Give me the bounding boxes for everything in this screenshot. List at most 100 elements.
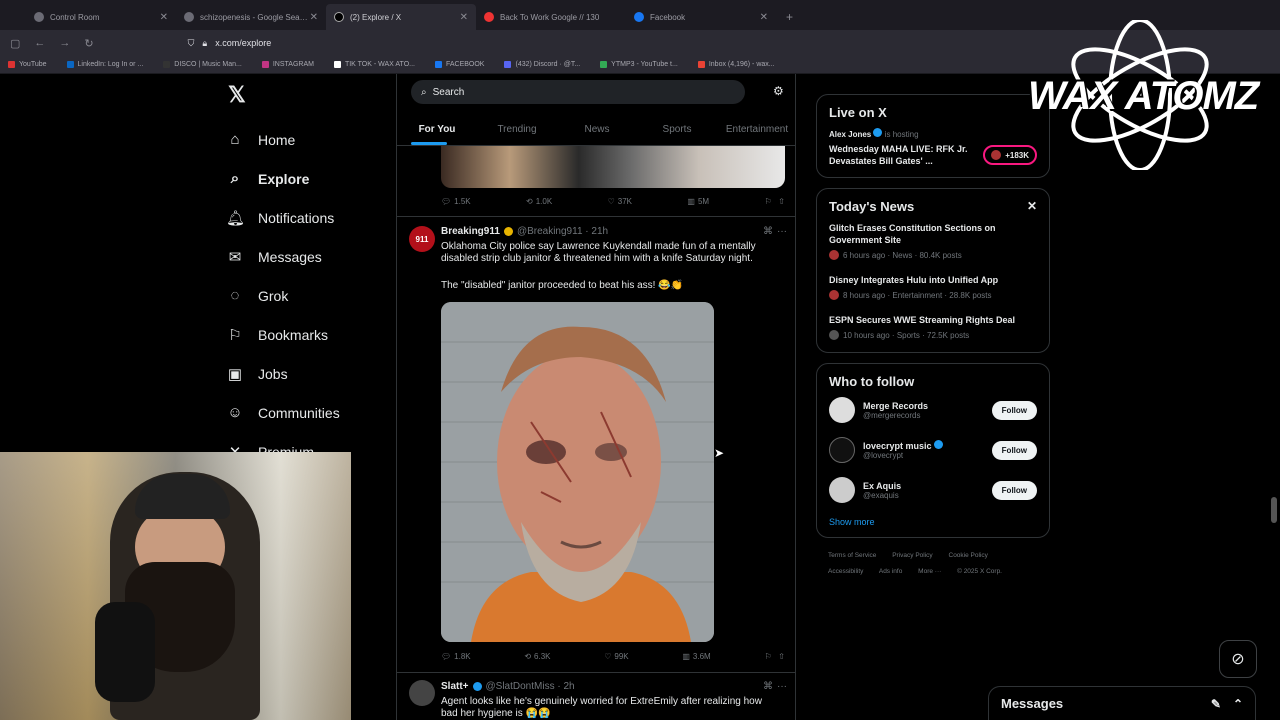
briefcase-icon: ▣: [227, 365, 243, 383]
footer-link[interactable]: Cookie Policy: [949, 552, 988, 559]
bookmark-0[interactable]: YouTube: [8, 61, 47, 68]
reply-button[interactable]: 💬︎ 1.8K: [441, 652, 471, 661]
tab-sports[interactable]: Sports: [637, 114, 717, 145]
x-logo-icon[interactable]: 𝕏: [228, 82, 396, 110]
footer-link[interactable]: Ads info: [879, 568, 903, 575]
follow-suggestion[interactable]: lovecrypt music @lovecrypt Follow: [829, 437, 1037, 463]
mugshot-image: [441, 302, 714, 642]
browser-tab-3[interactable]: Back To Work Google // 130: [476, 4, 626, 30]
views-button[interactable]: ▥ 5M: [687, 197, 709, 206]
nav-item-communities[interactable]: ☺ Communities: [226, 393, 396, 432]
follow-suggestion[interactable]: Merge Records @mergerecords Follow: [829, 397, 1037, 423]
reload-icon[interactable]: ↻: [84, 37, 93, 50]
mouse-cursor-icon: ➤: [714, 446, 725, 460]
bookmark-share-buttons[interactable]: ⚐ ⇧: [764, 197, 785, 206]
reply-button[interactable]: 💬︎ 1.5K: [441, 197, 471, 206]
page-scrollbar[interactable]: [1271, 497, 1277, 523]
live-host[interactable]: Alex Jones is hosting: [829, 128, 1037, 139]
search-input[interactable]: ⌕ Search: [411, 80, 745, 104]
tweet-text: Oklahoma City police say Lawrence Kuyken…: [441, 241, 756, 264]
sidebar-toggle-icon[interactable]: ▢: [10, 37, 20, 50]
footer-link[interactable]: Terms of Service: [828, 552, 876, 559]
tab-news[interactable]: News: [557, 114, 637, 145]
bookmark-6[interactable]: (432) Discord · @T...: [504, 61, 580, 68]
browser-tab-1[interactable]: schizopenesis - Google Search ✕: [176, 4, 326, 30]
previous-tweet-media[interactable]: [441, 146, 785, 188]
divider: [397, 216, 795, 217]
tab-close-icon[interactable]: ✕: [160, 12, 168, 23]
repost-button[interactable]: ⟲ 1.0K: [526, 197, 552, 206]
tab-close-icon[interactable]: ✕: [460, 12, 468, 23]
back-icon[interactable]: ←: [34, 37, 45, 49]
footer-link[interactable]: Privacy Policy: [892, 552, 932, 559]
author-handle[interactable]: @Breaking911 · 21h: [517, 226, 608, 237]
forward-icon[interactable]: →: [59, 37, 70, 49]
mail-icon: ✉: [228, 248, 242, 266]
show-more-link[interactable]: Show more: [829, 517, 1037, 527]
avatar[interactable]: 911: [409, 226, 435, 252]
author-handle[interactable]: @SlatDontMiss · 2h: [486, 681, 575, 692]
live-space[interactable]: Wednesday MAHA LIVE: RFK Jr. Devastates …: [829, 143, 1037, 167]
bookmark-8[interactable]: Inbox (4,196) - wax...: [697, 61, 775, 68]
follow-suggestion[interactable]: Ex Aquis @exaquis Follow: [829, 477, 1037, 503]
tab-for-you[interactable]: For You: [397, 114, 477, 145]
repost-button[interactable]: ⟲ 6.3K: [524, 652, 550, 661]
news-item[interactable]: ESPN Secures WWE Streaming Rights Deal 1…: [829, 314, 1037, 340]
bookmark-1[interactable]: LinkedIn: Log In or ...: [66, 61, 143, 68]
nav-item-explore[interactable]: ⌕ Explore: [226, 159, 396, 198]
bookmark-2[interactable]: DISCO | Music Man...: [163, 61, 242, 68]
grok-icon[interactable]: ⌘: [763, 226, 773, 237]
tab-entertainment[interactable]: Entertainment: [717, 114, 795, 145]
footer-link[interactable]: Accessibility: [828, 568, 863, 575]
tweet-photo[interactable]: [441, 302, 714, 642]
bookmark-favicon-icon: [163, 61, 171, 68]
news-item[interactable]: Glitch Erases Constitution Sections on G…: [829, 222, 1037, 260]
compose-message-icon[interactable]: ✎: [1211, 697, 1221, 711]
footer-link[interactable]: More ···: [918, 568, 941, 575]
close-icon[interactable]: ✕: [1027, 199, 1037, 213]
follow-button[interactable]: Follow: [991, 440, 1037, 460]
avatar-stack-icon: [829, 330, 839, 340]
messages-drawer[interactable]: Messages ✎ ⌃: [988, 686, 1256, 720]
news-item[interactable]: Disney Integrates Hulu into Unified App …: [829, 274, 1037, 300]
avatar[interactable]: [829, 437, 855, 463]
nav-item-grok[interactable]: ◌ Grok: [226, 276, 396, 315]
browser-tab-0[interactable]: Control Room ✕: [26, 4, 176, 30]
tab-close-icon[interactable]: ✕: [760, 12, 768, 23]
bookmark-share-buttons[interactable]: ⚐ ⇧: [764, 652, 785, 661]
views-button[interactable]: ▥ 3.6M: [682, 652, 710, 661]
nav-item-bookmarks[interactable]: ⚐ Bookmarks: [226, 315, 396, 354]
grok-fab-icon[interactable]: ⊘: [1219, 640, 1257, 678]
who-heading: Who to follow: [829, 374, 915, 389]
avatar[interactable]: [829, 397, 855, 423]
new-tab-icon[interactable]: +: [776, 10, 803, 30]
author-name[interactable]: Slatt+: [441, 681, 469, 692]
more-icon[interactable]: ···: [777, 226, 787, 237]
bookmark-3[interactable]: INSTAGRAM: [261, 61, 314, 68]
expand-icon[interactable]: ⌃: [1233, 697, 1243, 711]
follow-button[interactable]: Follow: [991, 400, 1037, 420]
nav-item-jobs[interactable]: ▣ Jobs: [226, 354, 396, 393]
tab-trending[interactable]: Trending: [477, 114, 557, 145]
bookmark-4[interactable]: TIK TOK - WAX ATO...: [333, 61, 415, 68]
browser-tab-4[interactable]: Facebook ✕: [626, 4, 776, 30]
like-button[interactable]: ♡ 99K: [604, 652, 628, 661]
more-icon[interactable]: ···: [777, 681, 787, 692]
avatar[interactable]: [409, 680, 435, 706]
browser-tab-2[interactable]: (2) Explore / X ✕: [326, 4, 476, 30]
follow-button[interactable]: Follow: [991, 480, 1037, 500]
grok-icon[interactable]: ⌘: [763, 681, 773, 692]
bookmark-favicon-icon: [434, 61, 442, 68]
bookmark-5[interactable]: FACEBOOK: [434, 61, 484, 68]
nav-item-home[interactable]: ⌂ Home: [226, 120, 396, 159]
nav-item-notifications[interactable]: 🔔︎ Notifications: [226, 198, 396, 237]
like-button[interactable]: ♡ 37K: [608, 197, 632, 206]
tab-close-icon[interactable]: ✕: [310, 12, 318, 23]
verified-badge-icon: [934, 440, 944, 449]
settings-gear-icon[interactable]: ⚙: [773, 84, 784, 98]
address-bar[interactable]: ⛉ 🔒︎ x.com/explore: [188, 38, 272, 49]
author-name[interactable]: Breaking911: [441, 226, 500, 237]
avatar[interactable]: [829, 477, 855, 503]
bookmark-7[interactable]: YTMP3 - YouTube t...: [600, 61, 678, 68]
nav-item-messages[interactable]: ✉ Messages: [226, 237, 396, 276]
